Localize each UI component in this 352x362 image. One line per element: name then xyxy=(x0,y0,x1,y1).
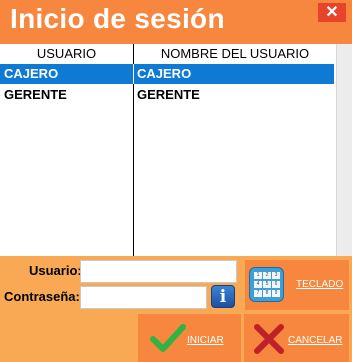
cell-usuario: CAJERO xyxy=(4,66,59,81)
info-button[interactable]: i xyxy=(211,285,235,308)
user-table: USUARIO NOMBRE DEL USUARIO CAJERO CAJERO… xyxy=(0,44,337,256)
teclado-label: TECLADO xyxy=(296,279,344,290)
info-icon: i xyxy=(219,287,227,307)
table-row[interactable]: GERENTE GERENTE xyxy=(0,85,334,105)
column-header-usuario[interactable]: USUARIO xyxy=(0,44,133,64)
keypad-key: 9 xyxy=(272,290,280,297)
x-icon xyxy=(254,324,284,354)
cancelar-label: CANCELAR xyxy=(288,335,343,346)
window-title: Inicio de sesión xyxy=(10,3,225,34)
table-scrollbar[interactable] xyxy=(337,44,352,256)
keypad-key: 8 xyxy=(263,290,271,297)
check-icon xyxy=(150,324,186,352)
usuario-label: Usuario: xyxy=(29,263,82,278)
keypad-key: 6 xyxy=(272,281,280,288)
keypad-key: 7 xyxy=(254,290,262,297)
title-bar: Inicio de sesión ✕ xyxy=(0,0,352,44)
login-window: Inicio de sesión ✕ USUARIO NOMBRE DEL US… xyxy=(0,0,352,362)
keypad-key: 2 xyxy=(263,272,271,279)
column-header-nombre[interactable]: NOMBRE DEL USUARIO xyxy=(134,44,336,64)
usuario-input[interactable] xyxy=(80,260,237,283)
keypad-key: 1 xyxy=(254,272,262,279)
iniciar-label: INICIAR xyxy=(187,335,224,346)
teclado-button[interactable]: 123 456 789 TECLADO xyxy=(245,260,349,310)
cell-nombre: CAJERO xyxy=(137,66,192,81)
keypad-key: 5 xyxy=(263,281,271,288)
close-button[interactable]: ✕ xyxy=(318,3,346,22)
keypad-icon: 123 456 789 xyxy=(249,267,284,302)
keypad-key: 3 xyxy=(272,272,280,279)
contrasena-label: Contraseña: xyxy=(4,289,80,304)
keypad-key: 4 xyxy=(254,281,262,288)
table-row[interactable]: CAJERO CAJERO xyxy=(0,64,334,84)
cancelar-button[interactable]: CANCELAR xyxy=(244,314,349,362)
cell-usuario: GERENTE xyxy=(4,87,67,102)
contrasena-input[interactable] xyxy=(80,286,207,309)
cell-nombre: GERENTE xyxy=(137,87,200,102)
iniciar-button[interactable]: INICIAR xyxy=(138,314,241,362)
